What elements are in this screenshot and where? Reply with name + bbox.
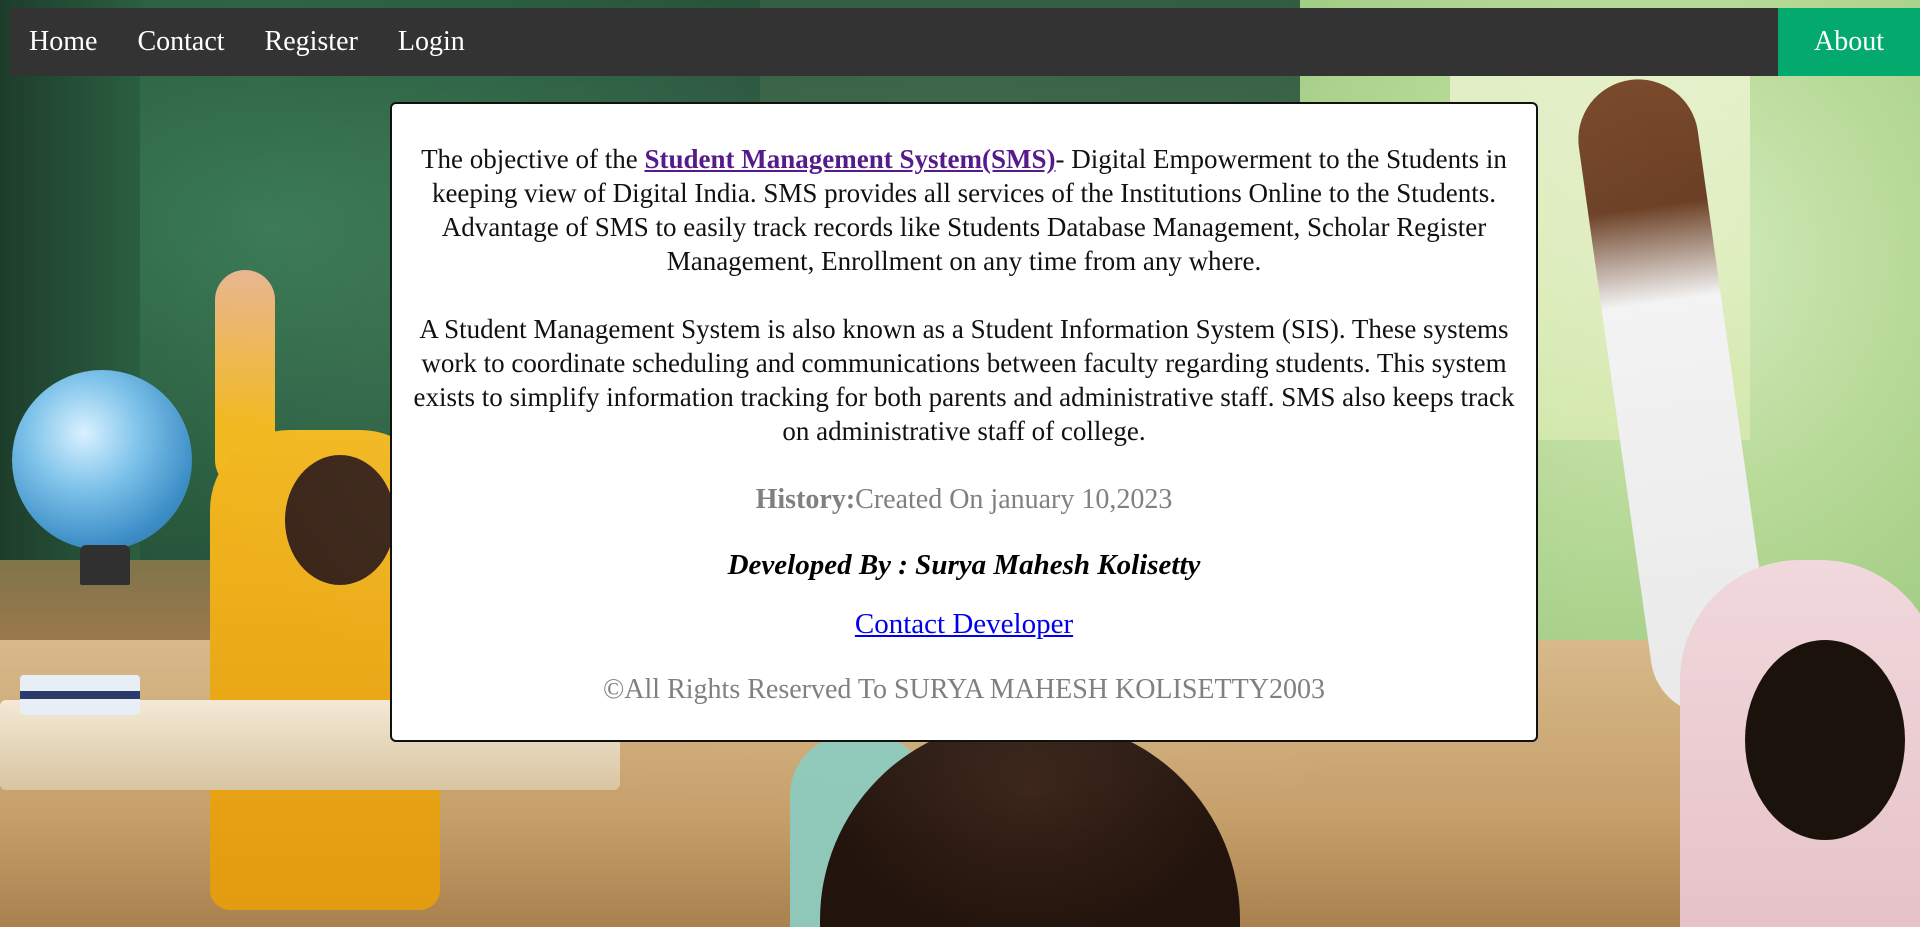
copyright-text: ©All Rights Reserved To SURYA MAHESH KOL… bbox=[603, 674, 1325, 705]
contact-developer-wrapper: Contact Developer bbox=[392, 606, 1536, 642]
history-value: Created On january 10,2023 bbox=[855, 484, 1173, 515]
nav-contact-link[interactable]: Contact bbox=[117, 8, 244, 76]
nav-home-link[interactable]: Home bbox=[10, 8, 117, 76]
sis-paragraph: A Student Management System is also know… bbox=[413, 314, 1515, 446]
developed-by: Developed By : Surya Mahesh Kolisetty bbox=[727, 549, 1201, 581]
contact-developer-link[interactable]: Contact Developer bbox=[855, 608, 1073, 640]
history-line: History:Created On january 10,2023 bbox=[392, 482, 1536, 518]
objective-prefix: The objective of the bbox=[421, 144, 645, 174]
nav-register-link[interactable]: Register bbox=[245, 8, 378, 76]
nav-about-link[interactable]: About bbox=[1778, 8, 1920, 76]
history-label: History: bbox=[755, 484, 856, 515]
nav-login-link[interactable]: Login bbox=[378, 8, 485, 76]
top-navbar: Home Contact Register Login About bbox=[10, 8, 1920, 76]
objective-paragraph: The objective of the Student Management … bbox=[392, 142, 1536, 278]
about-card: The objective of the Student Management … bbox=[390, 102, 1538, 742]
sms-link[interactable]: Student Management System(SMS) bbox=[644, 144, 1055, 174]
